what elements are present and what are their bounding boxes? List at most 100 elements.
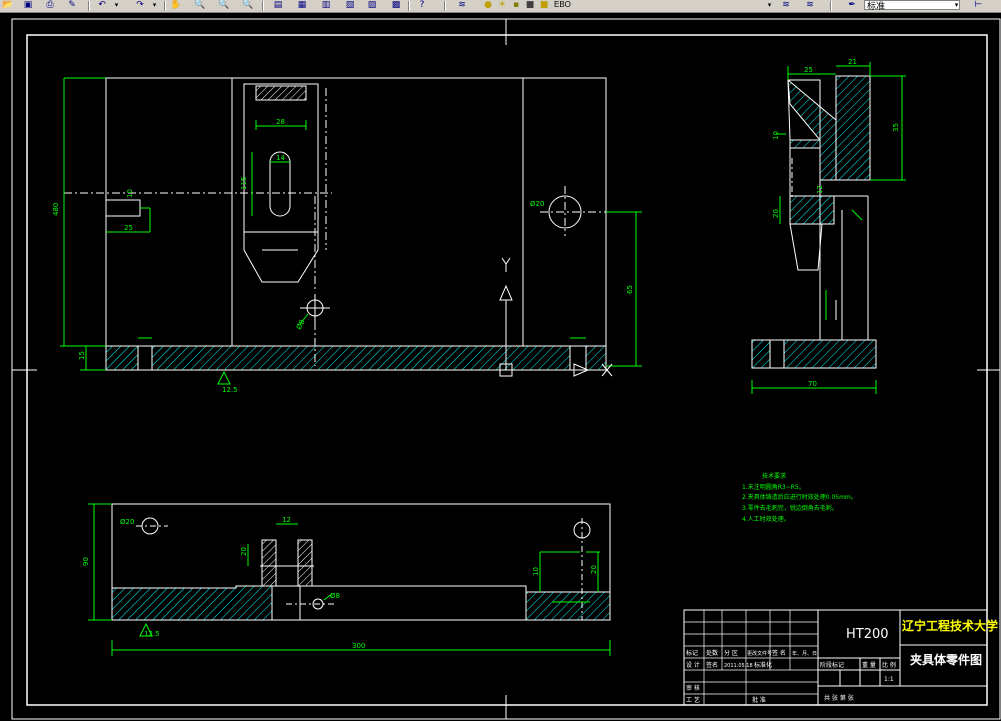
sheet-set-icon[interactable]: ▧ bbox=[344, 0, 356, 11]
text-style-dropdown-icon[interactable]: ▾ bbox=[952, 0, 961, 11]
dim-side-h: 35 bbox=[892, 123, 900, 132]
save-icon[interactable]: ▣ bbox=[22, 0, 34, 11]
title-row-label-6: 年、月、日 bbox=[792, 650, 817, 657]
title-row-label-4: 更改文件号 bbox=[747, 650, 772, 657]
title-scale-value: 1:1 bbox=[884, 676, 894, 683]
title-designer-date: 2011.05.18 bbox=[724, 663, 753, 669]
dim-top-r: 20 bbox=[240, 547, 248, 556]
zoom-window-icon[interactable]: 🔍 bbox=[218, 0, 230, 11]
title-sheet-labels: 共 张 第 张 bbox=[824, 694, 854, 702]
dim-left-notch: 25 bbox=[124, 224, 133, 232]
title-designer-sign: 签名 bbox=[706, 661, 718, 669]
standard-toolbar: 📂 ▣ ⎙ ✎ ↶ ▾ ↷ ▾ ✋ 🔍 🔍 🔍 ▤ ▦ ▥ ▧ ▨ ▩ ? ≋ … bbox=[0, 0, 1001, 13]
dim-side-small3: 20 bbox=[772, 209, 780, 218]
dim-top-d3: Ø8 bbox=[330, 592, 340, 600]
markup-icon[interactable]: ▨ bbox=[366, 0, 378, 11]
dim-top-hole: Ø20 bbox=[120, 518, 134, 526]
title-process-label: 工 艺 bbox=[686, 696, 700, 704]
toolbar-separator bbox=[88, 1, 90, 11]
lightbulb-icon[interactable]: ● bbox=[482, 0, 494, 11]
title-row-label-5: 签 名 bbox=[772, 649, 786, 657]
layer-dropdown-icon[interactable]: ▾ bbox=[765, 0, 774, 11]
dim-hole-height: 65 bbox=[626, 285, 634, 294]
layer-color-icon[interactable]: ■ bbox=[538, 0, 550, 11]
dim-top-d2: 20 bbox=[590, 565, 598, 574]
title-weight-label: 重 量 bbox=[862, 661, 876, 669]
dim-side-top-b: 21 bbox=[848, 58, 857, 66]
open-icon[interactable]: 📂 bbox=[2, 0, 14, 11]
toolbar-separator bbox=[164, 1, 166, 11]
color-swatch-icon[interactable]: ■ bbox=[524, 0, 536, 11]
design-center-icon[interactable]: ▦ bbox=[296, 0, 308, 11]
dim-front-height: 480 bbox=[52, 203, 60, 216]
toolbar-separator bbox=[830, 1, 832, 11]
layer-combo[interactable]: EBO bbox=[552, 0, 774, 10]
title-review-label: 审 核 bbox=[686, 684, 700, 692]
tech-note-1: 1.未注明圆角R3~R5。 bbox=[742, 483, 805, 491]
title-school: 辽宁工程技术大学 bbox=[902, 618, 998, 633]
tech-note-2: 2.夹具体铸造后应进行时效处理0.05mm。 bbox=[742, 493, 857, 501]
zoom-previous-icon[interactable]: 🔍 bbox=[242, 0, 254, 11]
tool-palette-icon[interactable]: ▥ bbox=[320, 0, 332, 11]
top-view bbox=[111, 503, 611, 621]
dim-top-height: 90 bbox=[82, 557, 90, 566]
title-stage-label: 阶段标记 bbox=[820, 661, 844, 669]
calculator-icon[interactable]: ▩ bbox=[390, 0, 402, 11]
dim-top-d1: 10 bbox=[532, 567, 540, 576]
lock-icon[interactable]: ▪ bbox=[510, 0, 522, 11]
tech-note-4: 4.人工时效处理。 bbox=[742, 515, 790, 523]
dim-top-width: 300 bbox=[352, 642, 365, 650]
redo-icon[interactable]: ↷ bbox=[134, 0, 146, 11]
text-style-combo[interactable]: 标准 bbox=[864, 0, 960, 11]
front-view-dimensions bbox=[60, 77, 642, 385]
dim-top-slot: 12 bbox=[282, 516, 291, 524]
layer-manager-icon[interactable]: ≋ bbox=[456, 0, 468, 11]
sun-icon[interactable]: ☀ bbox=[496, 0, 508, 11]
title-scale-label: 比 例 bbox=[882, 661, 896, 669]
help-icon[interactable]: ? bbox=[416, 0, 428, 11]
front-base bbox=[105, 345, 607, 371]
title-drawing-name: 夹具体零件图 bbox=[910, 652, 982, 667]
dim-side-top-a: 25 bbox=[804, 66, 813, 74]
dim-side-small: 10 bbox=[772, 131, 780, 140]
pan-icon[interactable]: ✋ bbox=[170, 0, 182, 11]
tech-note-3: 3.零件去毛刺完，锐边倒角去毛刺。 bbox=[742, 504, 838, 512]
side-view bbox=[751, 75, 877, 369]
title-material: HT200 bbox=[846, 627, 889, 642]
toolbar-separator bbox=[408, 1, 410, 11]
layer-state-icon[interactable]: ≋ bbox=[804, 0, 816, 11]
dim-small-hole: Ø8 bbox=[295, 318, 307, 331]
match-properties-icon[interactable]: ✎ bbox=[66, 0, 78, 11]
properties-icon[interactable]: ▤ bbox=[272, 0, 284, 11]
dim-hole-dia: Ø20 bbox=[530, 200, 544, 208]
dim-slot-width: 28 bbox=[276, 118, 285, 126]
dim-style-icon[interactable]: ⊢ bbox=[972, 0, 984, 11]
tech-notes-title: 技术要求 bbox=[762, 472, 786, 480]
text-style-icon[interactable]: ✒ bbox=[846, 0, 858, 11]
print-icon[interactable]: ⎙ bbox=[44, 0, 56, 11]
dim-slot-inner: 14 bbox=[276, 154, 285, 162]
toolbar-separator bbox=[262, 1, 264, 11]
dim-slot-height: 115 bbox=[240, 177, 248, 190]
dim-side-small2: 12 bbox=[816, 185, 824, 194]
technical-notes: 技术要求 1.未注明圆角R3~R5。 2.夹具体铸造后应进行时效处理0.05mm… bbox=[742, 472, 857, 523]
layer-previous-icon[interactable]: ≋ bbox=[780, 0, 792, 11]
top-view-dimensions bbox=[88, 503, 611, 656]
dim-side-base: 70 bbox=[808, 380, 817, 388]
roughness-top: 12.5 bbox=[144, 630, 160, 638]
dim-left-notch-r: 10 bbox=[126, 189, 134, 198]
toolbar-separator bbox=[444, 1, 446, 11]
title-row-label-3: 分 区 bbox=[724, 649, 738, 657]
undo-dropdown-icon[interactable]: ▾ bbox=[112, 0, 121, 11]
title-standardization: 标准化 bbox=[754, 661, 772, 669]
undo-icon[interactable]: ↶ bbox=[96, 0, 108, 11]
zoom-realtime-icon[interactable]: 🔍 bbox=[194, 0, 206, 11]
drawing-canvas[interactable]: 480 15 28 14 115 10 25 Ø20 65 Ø8 12.5 25… bbox=[0, 13, 1001, 721]
redo-dropdown-icon[interactable]: ▾ bbox=[150, 0, 159, 11]
dim-front-base: 15 bbox=[78, 351, 86, 360]
title-row-label-2: 处数 bbox=[706, 649, 718, 657]
title-row-label-1: 标记 bbox=[686, 649, 698, 657]
roughness-front: 12.5 bbox=[222, 386, 238, 394]
title-approve-label: 批 准 bbox=[752, 696, 766, 704]
title-designer-label: 设 计 bbox=[686, 661, 700, 669]
